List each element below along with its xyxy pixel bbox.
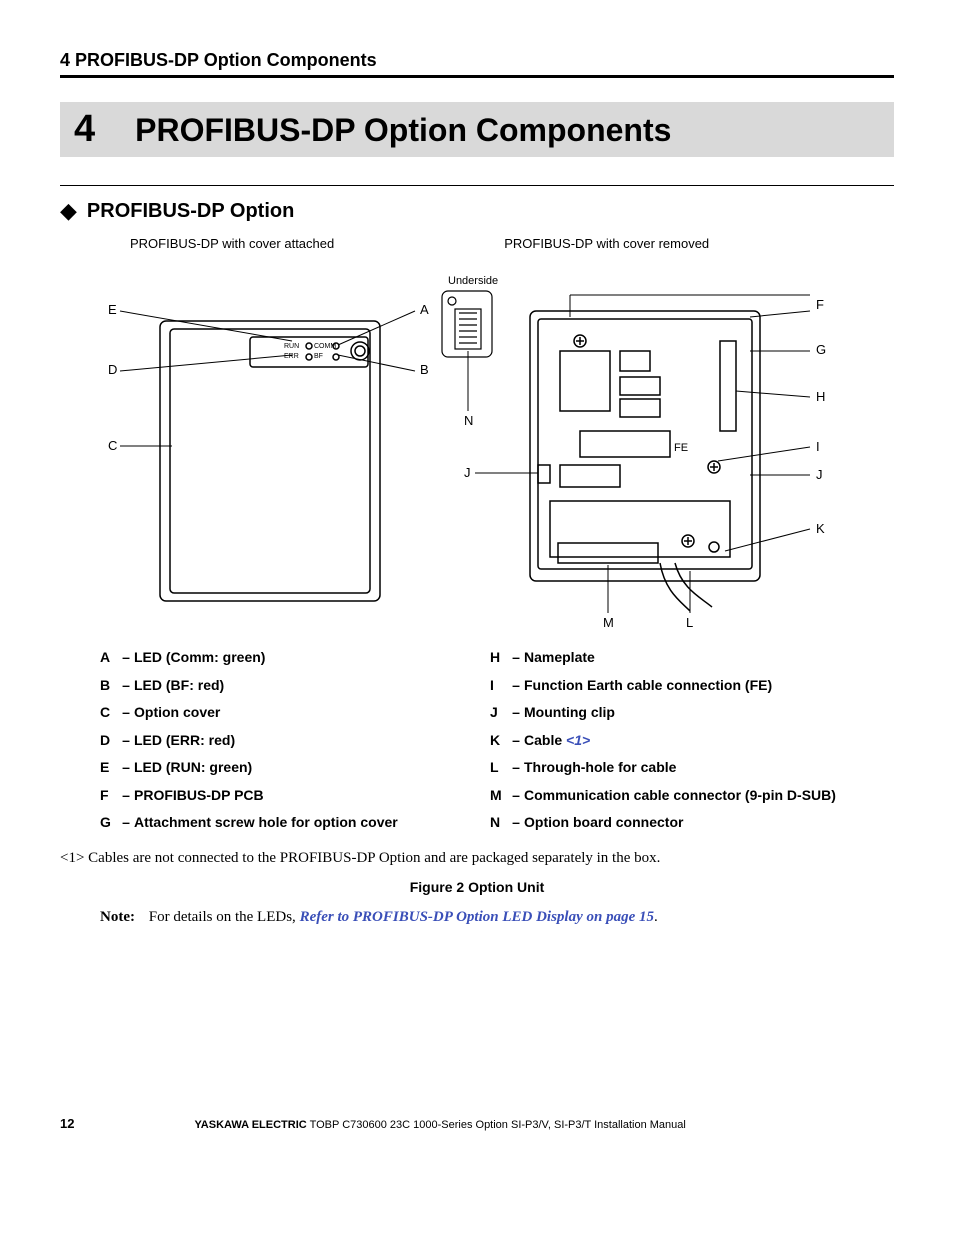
legend-item: C–Option cover xyxy=(100,704,490,722)
callout-C: C xyxy=(108,438,117,453)
note-label: Note: xyxy=(100,909,135,925)
diagram-caption-left: PROFIBUS-DP with cover attached xyxy=(130,236,334,251)
callout-K: K xyxy=(816,521,825,536)
legend-item: A–LED (Comm: green) xyxy=(100,649,490,667)
pcb-comm-label: COMM xyxy=(314,343,336,350)
legend-col-right: H–Nameplate I–Function Earth cable conne… xyxy=(490,649,880,842)
callout-B: B xyxy=(420,362,429,377)
legend-item: L–Through-hole for cable xyxy=(490,759,880,777)
footnote-ref: <1> xyxy=(566,732,590,748)
note-line: Note: For details on the LEDs, Refer to … xyxy=(100,909,894,926)
pcb-run-label: RUN xyxy=(284,343,299,350)
callout-N: N xyxy=(464,413,473,428)
callout-F: F xyxy=(816,297,824,312)
subsection-heading: ◆ PROFIBUS-DP Option xyxy=(60,198,894,224)
pcb-fe-label: FE xyxy=(674,442,688,454)
chapter-title-bar: 4 PROFIBUS-DP Option Components xyxy=(60,102,894,157)
callout-E: E xyxy=(108,302,117,317)
footer-doc: TOBP C730600 23C 1000-Series Option SI-P… xyxy=(307,1119,686,1131)
pcb-bf-label: BF xyxy=(314,353,323,360)
page-number: 12 xyxy=(60,1116,74,1131)
diagram-area: PROFIBUS-DP with cover attached PROFIBUS… xyxy=(60,236,894,631)
legend-item: G–Attachment screw hole for option cover xyxy=(100,814,490,832)
legend-item: K–Cable <1> xyxy=(490,732,880,750)
note-after: . xyxy=(654,909,658,925)
legend-item: N–Option board connector xyxy=(490,814,880,832)
callout-L: L xyxy=(686,615,693,630)
diamond-icon: ◆ xyxy=(60,198,77,224)
legend-col-left: A–LED (Comm: green) B–LED (BF: red) C–Op… xyxy=(100,649,490,842)
callout-J-left: J xyxy=(464,465,471,480)
legend-item: M–Communication cable connector (9-pin D… xyxy=(490,787,880,805)
callout-M: M xyxy=(603,615,614,630)
footnote: <1> Cables are not connected to the PROF… xyxy=(60,850,894,867)
callout-A: A xyxy=(420,302,429,317)
note-text-before: For details on the LEDs, xyxy=(149,909,300,925)
callout-G: G xyxy=(816,342,826,357)
legend-item: D–LED (ERR: red) xyxy=(100,732,490,750)
legend-item: F–PROFIBUS-DP PCB xyxy=(100,787,490,805)
subsection-title: PROFIBUS-DP Option xyxy=(87,200,294,223)
legend-item: J–Mounting clip xyxy=(490,704,880,722)
page-footer: 12 YASKAWA ELECTRIC TOBP C730600 23C 100… xyxy=(60,1116,894,1131)
footer-company: YASKAWA ELECTRIC xyxy=(194,1119,306,1131)
legend-item: H–Nameplate xyxy=(490,649,880,667)
running-header: 4 PROFIBUS-DP Option Components xyxy=(60,50,894,78)
diagram-caption-right: PROFIBUS-DP with cover removed xyxy=(504,236,709,251)
callout-I: I xyxy=(816,439,820,454)
figure-caption: Figure 2 Option Unit xyxy=(60,879,894,895)
chapter-title: PROFIBUS-DP Option Components xyxy=(135,112,671,149)
section-divider xyxy=(60,185,894,186)
callout-D: D xyxy=(108,362,117,377)
callout-H: H xyxy=(816,389,825,404)
legend-item: I–Function Earth cable connection (FE) xyxy=(490,677,880,695)
chapter-number: 4 xyxy=(74,108,95,151)
legend-item: B–LED (BF: red) xyxy=(100,677,490,695)
note-cross-reference-link[interactable]: Refer to PROFIBUS-DP Option LED Display … xyxy=(300,909,654,925)
legend-item: E–LED (RUN: green) xyxy=(100,759,490,777)
option-unit-diagram: RUN ERR COMM BF E A D B C Underside xyxy=(60,251,850,631)
pcb-err-label: ERR xyxy=(284,353,299,360)
callout-J: J xyxy=(816,467,823,482)
underside-label: Underside xyxy=(448,275,498,287)
legend: A–LED (Comm: green) B–LED (BF: red) C–Op… xyxy=(100,649,894,842)
